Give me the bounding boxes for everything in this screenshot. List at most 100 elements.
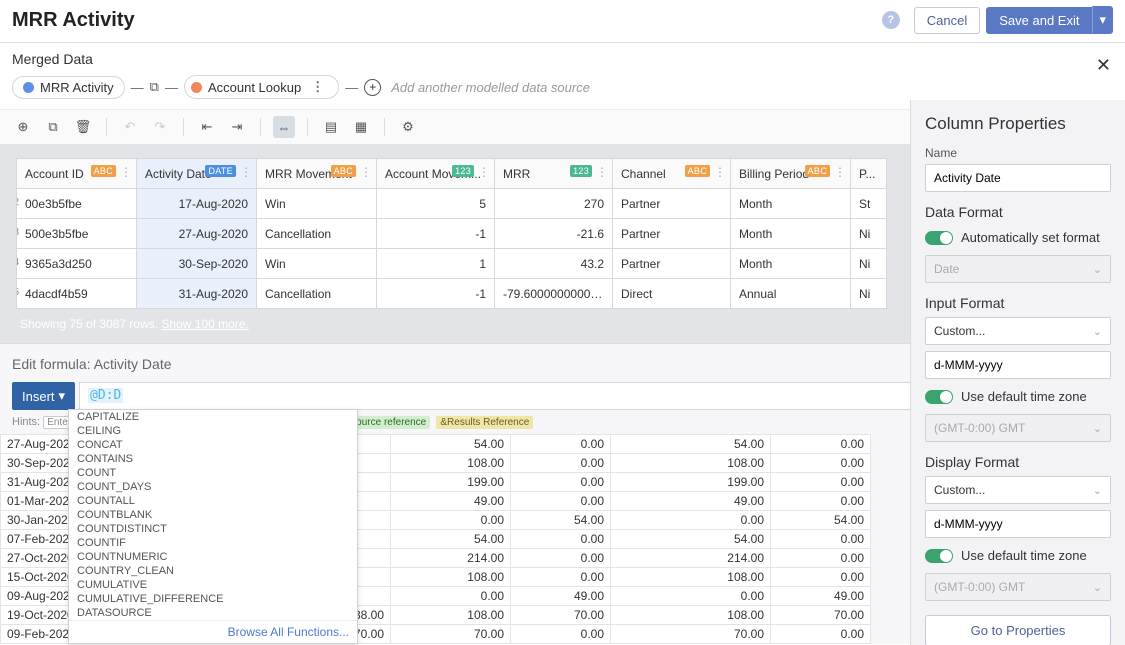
browse-all-functions-link[interactable]: Browse All Functions... (69, 620, 357, 643)
datasource-label: Account Lookup (208, 80, 301, 95)
kebab-icon[interactable]: ⋮ (478, 165, 490, 179)
autocomplete-dropdown[interactable]: CAPITALIZECEILINGCONCATCONTAINSCOUNTCOUN… (68, 409, 358, 644)
kebab-icon[interactable]: ⋮ (714, 165, 726, 179)
col-activity-date[interactable]: Activity Date DATE ⋮ (137, 159, 257, 189)
view-mode-icon[interactable]: ⇔ (273, 116, 295, 138)
type-num-icon: 123 (570, 165, 592, 177)
autocomplete-item[interactable]: COUNTDISTINCT (69, 522, 357, 536)
chevron-down-icon: ⌄ (1093, 484, 1102, 497)
table-row[interactable]: 200e3b5fbe 17-Aug-2020 Win 5 270 Partner… (17, 189, 887, 219)
table-row[interactable]: 54dacdf4b59 31-Aug-2020 Cancellation -1 … (17, 279, 887, 309)
autocomplete-item[interactable]: CUMULATIVE (69, 578, 357, 592)
col-more[interactable]: P... (851, 159, 887, 189)
autocomplete-item[interactable]: COUNTALL (69, 494, 357, 508)
type-num-icon: 123 (452, 165, 474, 177)
autocomplete-item[interactable]: COUNTRY_CLEAN (69, 564, 357, 578)
redo-icon[interactable]: ↷ (149, 116, 171, 138)
go-to-properties-button[interactable]: Go to Properties (925, 615, 1111, 645)
show-more-link[interactable]: Show 100 more. (161, 317, 248, 331)
chevron-down-icon: ▾ (59, 388, 66, 404)
merged-data-title: Merged Data (12, 51, 1113, 67)
col-account-movement[interactable]: Account Movem... 123 ⋮ (377, 159, 495, 189)
type-select[interactable]: Date⌄ (925, 255, 1111, 283)
insert-left-icon[interactable]: ⇤ (196, 116, 218, 138)
col-account-id[interactable]: Account ID ABC ⋮ (17, 159, 137, 189)
autocomplete-item[interactable]: COUNT_DAYS (69, 480, 357, 494)
column-properties-panel: Column Properties Name Data Format Autom… (910, 100, 1125, 645)
input-tz-select[interactable]: (GMT-0:00) GMT⌄ (925, 414, 1111, 442)
autocomplete-item[interactable]: CAPITALIZE (69, 410, 357, 424)
display-tz-label: Use default time zone (961, 548, 1087, 563)
dash-icon: — (131, 80, 144, 95)
data-grid[interactable]: Account ID ABC ⋮ Activity Date DATE ⋮ MR… (16, 158, 887, 309)
add-icon[interactable]: ⊕ (12, 116, 34, 138)
column-name-input[interactable] (925, 164, 1111, 192)
display-tz-toggle[interactable] (925, 549, 953, 563)
autocomplete-item[interactable]: CONCAT (69, 438, 357, 452)
autocomplete-item[interactable]: CONTAINS (69, 452, 357, 466)
label-name: Name (925, 146, 1111, 160)
add-source-icon[interactable]: + (364, 79, 381, 96)
insert-right-icon[interactable]: ⇥ (226, 116, 248, 138)
col-channel[interactable]: Channel ABC ⋮ (613, 159, 731, 189)
autocomplete-item[interactable]: CUMULATIVE_DIFFERENCE (69, 592, 357, 606)
copy-icon[interactable]: ⧉ (42, 116, 64, 138)
help-icon[interactable]: ? (882, 11, 900, 29)
display-format-heading: Display Format (925, 454, 1111, 470)
display-format-select[interactable]: Custom...⌄ (925, 476, 1111, 504)
kebab-icon[interactable]: ⋮ (307, 79, 328, 95)
input-tz-toggle[interactable] (925, 390, 953, 404)
datasource-label: MRR Activity (40, 80, 114, 95)
col-mrr-movement[interactable]: MRR Movement ABC ⋮ (257, 159, 377, 189)
autocomplete-item[interactable]: COUNTIF (69, 536, 357, 550)
kebab-icon[interactable]: ⋮ (120, 165, 132, 179)
type-abc-icon: ABC (685, 165, 710, 177)
kebab-icon[interactable]: ⋮ (240, 165, 252, 179)
dot-icon-orange (191, 82, 202, 93)
type-abc-icon: ABC (331, 165, 356, 177)
datasource-pill-account-lookup[interactable]: Account Lookup ⋮ (184, 75, 339, 99)
dash-icon: — (345, 80, 358, 95)
table-row[interactable]: 3500e3b5fbe 27-Aug-2020 Cancellation -1 … (17, 219, 887, 249)
delete-icon[interactable]: 🗑︎ (72, 116, 94, 138)
data-format-heading: Data Format (925, 204, 1111, 220)
input-format-heading: Input Format (925, 295, 1111, 311)
table-row[interactable]: 49365a3d250 30-Sep-2020 Win 1 43.2 Partn… (17, 249, 887, 279)
save-menu-caret[interactable]: ▾ (1092, 6, 1113, 34)
datasource-pill-mrr-activity[interactable]: MRR Activity (12, 76, 125, 99)
chevron-down-icon: ⌄ (1093, 325, 1102, 338)
autocomplete-item[interactable]: CEILING (69, 424, 357, 438)
link-icon[interactable]: ⧉ (150, 79, 159, 95)
kebab-icon[interactable]: ⋮ (834, 165, 846, 179)
chevron-down-icon: ⌄ (1093, 422, 1102, 435)
undo-icon[interactable]: ↶ (119, 116, 141, 138)
chevron-down-icon: ⌄ (1093, 581, 1102, 594)
type-date-icon: DATE (205, 165, 236, 177)
kebab-icon[interactable]: ⋮ (596, 165, 608, 179)
page-title: MRR Activity (12, 9, 882, 32)
insert-button[interactable]: Insert ▾ (12, 382, 75, 410)
settings-icon[interactable]: ⚙︎ (397, 116, 419, 138)
table-view2-icon[interactable]: ▦ (350, 116, 372, 138)
table-view1-icon[interactable]: ▤ (320, 116, 342, 138)
chevron-down-icon: ⌄ (1093, 263, 1102, 276)
close-icon[interactable]: ✕ (1096, 55, 1111, 76)
autocomplete-item[interactable]: COUNTBLANK (69, 508, 357, 522)
input-tz-label: Use default time zone (961, 389, 1087, 404)
panel-title: Column Properties (925, 114, 1111, 134)
kebab-icon[interactable]: ⋮ (360, 165, 372, 179)
cancel-button[interactable]: Cancel (914, 7, 980, 34)
autocomplete-item[interactable]: DATASOURCE (69, 606, 357, 620)
save-and-exit-button[interactable]: Save and Exit (986, 7, 1092, 34)
autocomplete-item[interactable]: COUNTNUMERIC (69, 550, 357, 564)
col-mrr[interactable]: MRR 123 ⋮ (495, 159, 613, 189)
input-format-pattern[interactable] (925, 351, 1111, 379)
dash-icon: — (165, 80, 178, 95)
input-format-select[interactable]: Custom...⌄ (925, 317, 1111, 345)
display-format-pattern[interactable] (925, 510, 1111, 538)
autocomplete-item[interactable]: COUNT (69, 466, 357, 480)
formula-input[interactable]: @D:D (79, 382, 1049, 410)
display-tz-select[interactable]: (GMT-0:00) GMT⌄ (925, 573, 1111, 601)
auto-format-toggle[interactable] (925, 231, 953, 245)
col-billing-period[interactable]: Billing Period ABC ⋮ (731, 159, 851, 189)
